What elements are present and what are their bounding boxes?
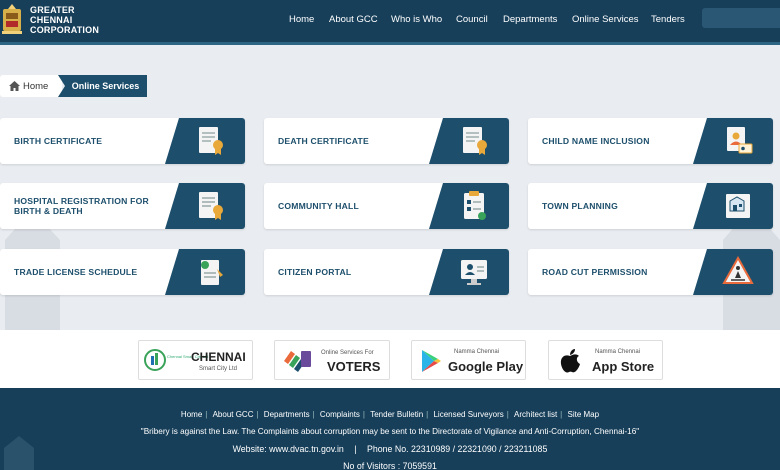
search-input[interactable]	[702, 8, 780, 28]
service-card-birth-certificate[interactable]: BIRTH CERTIFICATE	[0, 118, 245, 164]
monitor-user-icon	[461, 260, 487, 285]
nav-online-services[interactable]: Online Services	[572, 14, 639, 25]
app-store-link[interactable]: Namma Chennai App Store	[548, 340, 663, 380]
footer-contact: Website: www.dvac.tn.gov.in | Phone No. …	[232, 444, 548, 454]
app-store-title: App Store	[592, 359, 655, 374]
visitor-counter: No of Visitors : 7059591	[343, 461, 437, 470]
service-card-town-planning[interactable]: TOWN PLANNING	[528, 183, 773, 229]
service-card-label: ROAD CUT PERMISSION	[542, 267, 648, 277]
service-card-label: HOSPITAL REGISTRATION FOR BIRTH & DEATH	[14, 196, 149, 216]
gcc-emblem-icon[interactable]	[0, 3, 24, 37]
smart-city-title: CHENNAI	[191, 350, 246, 364]
footer-link-licensed-surveyors[interactable]: Licensed Surveyors	[430, 410, 506, 419]
google-play-small-text: Namma Chennai	[454, 349, 500, 355]
certificate-icon	[199, 127, 223, 155]
warning-sign-icon	[722, 255, 754, 284]
brand-line: CHENNAI	[30, 15, 73, 25]
brand-line: CORPORATION	[30, 25, 100, 35]
voters-small-text: Online Services For	[321, 350, 374, 356]
voting-icon	[284, 351, 311, 372]
google-play-icon	[422, 350, 441, 372]
service-card-label: TOWN PLANNING	[542, 201, 618, 211]
footer-link-architect-list[interactable]: Architect list	[511, 410, 560, 419]
google-play-link[interactable]: Namma Chennai Google Play	[411, 340, 526, 380]
site-header: GREATER CHENNAI CORPORATION Home About G…	[0, 0, 780, 42]
service-card-citizen-portal[interactable]: CITIZEN PORTAL	[264, 249, 509, 295]
footer-link-site-map[interactable]: Site Map	[564, 410, 602, 419]
service-card-hospital-registration[interactable]: HOSPITAL REGISTRATION FOR BIRTH & DEATH	[0, 183, 245, 229]
service-card-community-hall[interactable]: COMMUNITY HALL	[264, 183, 509, 229]
voters-title: VOTERS	[327, 359, 381, 374]
certificate-icon	[463, 127, 487, 155]
service-card-trade-license-schedule[interactable]: TRADE LICENSE SCHEDULE	[0, 249, 245, 295]
breadcrumb-home[interactable]: Home	[0, 75, 62, 97]
nav-departments[interactable]: Departments	[503, 14, 557, 25]
service-card-label: CITIZEN PORTAL	[278, 267, 352, 277]
smart-city-subtitle: Smart City Ltd	[199, 366, 238, 372]
nav-council[interactable]: Council	[456, 14, 488, 25]
footer-link-complaints[interactable]: Complaints	[317, 410, 363, 419]
clipboard-icon	[464, 191, 486, 220]
service-card-death-certificate[interactable]: DEATH CERTIFICATE	[264, 118, 509, 164]
anti-corruption-notice: "Bribery is against the Law. The Complai…	[140, 427, 640, 436]
partners-strip: Chennai Smart City Ltd CHENNAI Smart Cit…	[0, 330, 780, 388]
site-footer: Home | About GCC | Departments | Complaints…	[0, 388, 780, 470]
nav-home[interactable]: Home	[289, 14, 314, 25]
smart-city-logo-icon	[144, 349, 166, 371]
id-card-icon	[727, 127, 753, 154]
app-store-small-text: Namma Chennai	[595, 349, 641, 355]
apple-icon	[560, 349, 580, 373]
service-card-label: BIRTH CERTIFICATE	[14, 136, 103, 146]
license-icon	[201, 260, 223, 285]
footer-link-tender-bulletin[interactable]: Tender Bulletin	[367, 410, 426, 419]
service-card-label: COMMUNITY HALL	[278, 201, 359, 211]
blueprint-icon	[726, 194, 750, 218]
brand-name[interactable]: GREATER CHENNAI CORPORATION	[30, 5, 99, 35]
service-card-road-cut-permission[interactable]: ROAD CUT PERMISSION	[528, 249, 773, 295]
vigilance-phone: Phone No. 22310989 / 22321090 / 22321108…	[367, 444, 548, 454]
nav-about-gcc[interactable]: About GCC	[329, 14, 378, 25]
brand-line: GREATER	[30, 5, 75, 15]
google-play-title: Google Play	[448, 359, 524, 374]
service-card-label: DEATH CERTIFICATE	[278, 136, 369, 146]
breadcrumb-home-label: Home	[23, 80, 49, 92]
service-card-label: CHILD NAME INCLUSION	[542, 136, 650, 146]
voters-services-link[interactable]: Online Services For VOTERS	[274, 340, 390, 380]
breadcrumb-current: Online Services	[58, 75, 147, 97]
footer-links: Home | About GCC | Departments | Complaints…	[0, 410, 780, 419]
header-divider	[0, 42, 780, 45]
vigilance-website[interactable]: Website: www.dvac.tn.gov.in	[233, 444, 344, 454]
chennai-smart-city-link[interactable]: Chennai Smart City Ltd CHENNAI Smart Cit…	[138, 340, 253, 380]
service-card-child-name-inclusion[interactable]: CHILD NAME INCLUSION	[528, 118, 773, 164]
nav-tenders[interactable]: Tenders	[651, 14, 685, 25]
home-icon	[9, 81, 20, 91]
footer-link-departments[interactable]: Departments	[261, 410, 313, 419]
certificate-icon	[199, 192, 223, 220]
service-card-label: TRADE LICENSE SCHEDULE	[14, 267, 138, 277]
nav-who-is-who[interactable]: Who is Who	[391, 14, 442, 25]
footer-link-home[interactable]: Home	[178, 410, 205, 419]
footer-link-about-gcc[interactable]: About GCC	[210, 410, 257, 419]
